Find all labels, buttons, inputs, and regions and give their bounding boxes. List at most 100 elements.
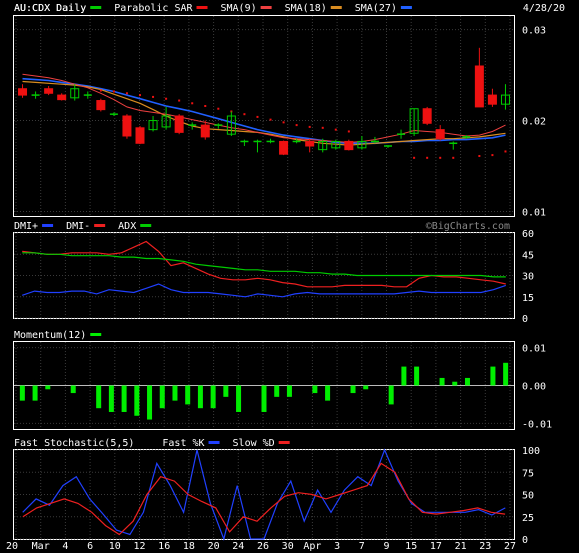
momentum-bar	[19, 385, 25, 401]
candle-body	[96, 100, 106, 111]
sar-dot	[295, 124, 298, 127]
chart-date: 4/28/20	[523, 3, 565, 14]
x-tick-label: 24	[232, 541, 244, 552]
x-tick-label: 16	[158, 541, 170, 552]
sar-dot	[439, 156, 442, 159]
momentum-bar	[172, 385, 178, 401]
legend-swatch	[400, 6, 412, 9]
momentum-bar	[490, 366, 496, 386]
sar-dot	[256, 115, 259, 118]
sar-dot	[308, 125, 311, 128]
candle-body	[18, 88, 28, 96]
momentum-bar	[286, 385, 292, 397]
y-tick-label: 0.01	[522, 207, 546, 218]
legend-label: ADX	[118, 221, 136, 232]
legend-label: Slow %D	[233, 438, 275, 449]
y-tick-label: 0.03	[522, 26, 546, 37]
watermark: ©BigCharts.com	[426, 221, 510, 232]
x-tick-label: 6	[87, 541, 93, 552]
momentum-bar	[350, 385, 356, 394]
candle-body	[174, 115, 184, 133]
sar-dot	[321, 126, 324, 129]
sar-dot	[165, 97, 168, 100]
candle-body	[44, 88, 54, 94]
momentum-bar	[32, 385, 38, 401]
sar-dot	[504, 150, 507, 153]
legend-swatch	[94, 224, 106, 227]
legend-label: Parabolic SAR	[114, 3, 193, 14]
y-tick-label: 30	[522, 272, 534, 283]
candle-body	[57, 94, 67, 101]
x-tick-label: 15	[405, 541, 417, 552]
x-tick-label: 20	[6, 541, 18, 552]
candle-body	[344, 140, 354, 151]
sar-dot	[125, 92, 128, 95]
sar-dot	[217, 107, 220, 110]
y-tick-label: 25	[522, 513, 534, 524]
legend-swatch	[278, 441, 290, 444]
legend-label: DMI-	[66, 221, 90, 232]
momentum-bar	[210, 385, 216, 409]
y-tick-label: 0	[522, 314, 528, 325]
sar-dot	[347, 130, 350, 133]
x-tick-label: 21	[455, 541, 467, 552]
sar-dot	[152, 95, 155, 98]
momentum-bar	[274, 385, 280, 397]
sar-dot	[334, 128, 337, 131]
legend-swatch	[208, 441, 220, 444]
sar-dot	[139, 94, 141, 97]
momentum-bar	[452, 381, 458, 386]
y-tick-label: -0.01	[522, 419, 552, 430]
momentum-bar	[325, 385, 331, 401]
x-tick-label: 10	[109, 541, 121, 552]
momentum-bar	[236, 385, 242, 412]
y-tick-label: 0.02	[522, 117, 546, 128]
x-tick-label: 17	[430, 541, 442, 552]
momentum-bar	[134, 385, 140, 416]
momentum-bar	[401, 366, 407, 386]
momentum-bar	[147, 385, 153, 420]
x-tick-label: 4	[62, 541, 68, 552]
sar-dot	[478, 155, 481, 157]
legend-label: AU:CDX Daily	[14, 3, 86, 14]
sar-dot	[191, 102, 194, 105]
sar-dot	[204, 105, 207, 107]
momentum-bar	[70, 385, 76, 394]
momentum-bar	[464, 377, 470, 386]
candle-body	[422, 108, 432, 124]
x-tick-label: 26	[257, 541, 269, 552]
candle-body	[435, 129, 445, 140]
sar-dot	[243, 113, 246, 116]
candle-body	[200, 124, 210, 138]
x-tick-label: 9	[383, 541, 389, 552]
candle-body	[474, 65, 484, 108]
momentum-bar	[312, 385, 318, 394]
y-tick-label: 15	[522, 293, 534, 304]
legend-label: Fast %K	[162, 438, 204, 449]
x-tick-label: 7	[359, 541, 365, 552]
sar-dot	[282, 121, 285, 124]
momentum-bar	[261, 385, 267, 412]
legend-swatch	[90, 6, 102, 9]
y-tick-label: 45	[522, 250, 534, 261]
y-tick-label: 75	[522, 468, 534, 479]
momentum-bar	[96, 385, 102, 409]
candle-body	[487, 94, 497, 105]
candle-body	[279, 140, 289, 155]
sar-dot	[269, 118, 272, 121]
x-tick-label: Mar	[32, 541, 50, 552]
momentum-bar	[414, 366, 420, 386]
legend-swatch	[196, 6, 208, 9]
legend-label: SMA(18)	[285, 3, 327, 14]
sar-dot	[452, 156, 455, 159]
momentum-bar	[159, 385, 165, 409]
x-tick-label: 30	[282, 541, 294, 552]
x-tick-label: 20	[208, 541, 220, 552]
sar-dot	[491, 154, 494, 157]
x-tick-label: Apr	[303, 541, 321, 552]
sar-dot	[413, 156, 416, 159]
legend-label: DMI+	[14, 221, 38, 232]
y-tick-label: 0	[522, 535, 528, 546]
sar-dot	[99, 89, 102, 92]
y-tick-label: 100	[522, 446, 540, 457]
